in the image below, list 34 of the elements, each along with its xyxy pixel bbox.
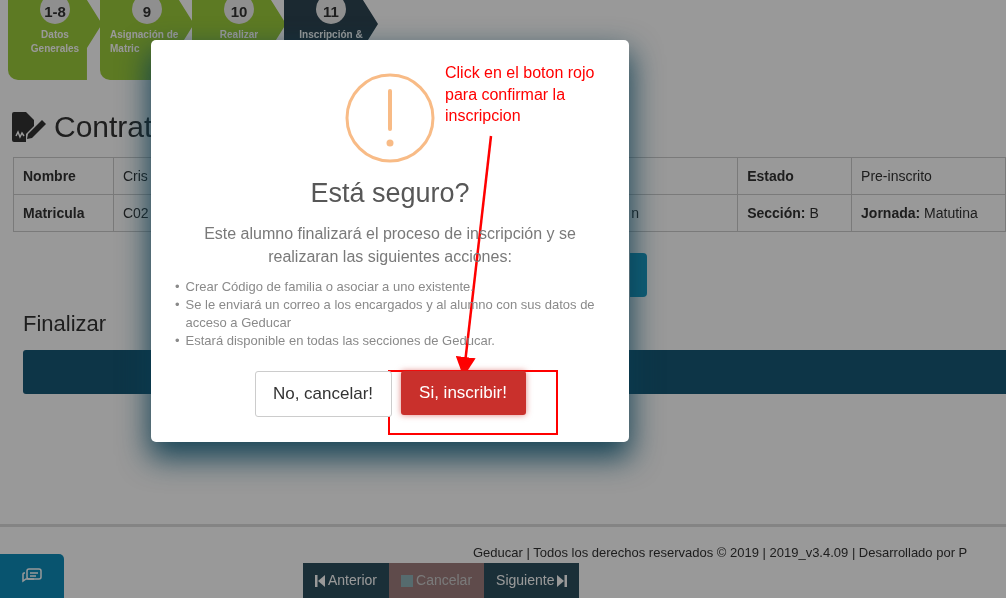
- action-button[interactable]: [630, 253, 647, 297]
- nav-button[interactable]: Anterior: [303, 563, 390, 598]
- table-cell: Matricula: [13, 194, 114, 232]
- bullet: •: [175, 296, 180, 315]
- wizard-step[interactable]: 1-8 Datos Generales: [8, 0, 102, 80]
- bullet: •: [175, 332, 180, 351]
- warning-icon: [345, 73, 435, 163]
- chat-icon: [22, 567, 42, 585]
- table-cell: Sección: B: [737, 194, 852, 232]
- annotation-text: Click en el boton rojo para confirmar la inscripcion: [445, 63, 596, 127]
- footer-text: Geducar | Todos los derechos reservados © 2019 | 2019_v3.4.09 | Desarrollado por P: [473, 544, 968, 562]
- chat-button[interactable]: [0, 554, 64, 598]
- table-cell: Pre-inscrito: [851, 157, 1006, 195]
- cancel-button[interactable]: No, cancelar!: [254, 370, 392, 417]
- skip-forward-icon: [557, 574, 568, 587]
- nav-button[interactable]: Siguiente: [484, 563, 580, 598]
- step-label: Realizar: [218, 28, 260, 42]
- confirm-button[interactable]: Si, inscribir!: [400, 370, 526, 415]
- table-cell: Jornada: Matutina: [851, 194, 1006, 232]
- step-label: Datos Generales: [29, 28, 81, 56]
- bullet: •: [175, 277, 180, 296]
- step-number: 9: [132, 0, 162, 24]
- action-item: Crear Código de familia o asociar a uno existente.: [185, 277, 474, 296]
- step-label: Inscripción &: [298, 28, 364, 42]
- step-number: 1-8: [40, 0, 70, 24]
- step-number: 10: [224, 0, 254, 24]
- step-label: Asignación de Matric: [110, 28, 180, 56]
- table-cell: Estado: [737, 157, 852, 195]
- stop-icon: [401, 574, 414, 587]
- finalize-title: Finalizar: [23, 310, 107, 338]
- table-cell: Nombre: [13, 157, 114, 195]
- step-number: 11: [316, 0, 346, 24]
- skip-back-icon: [315, 574, 325, 587]
- signed-document-icon: [12, 111, 46, 142]
